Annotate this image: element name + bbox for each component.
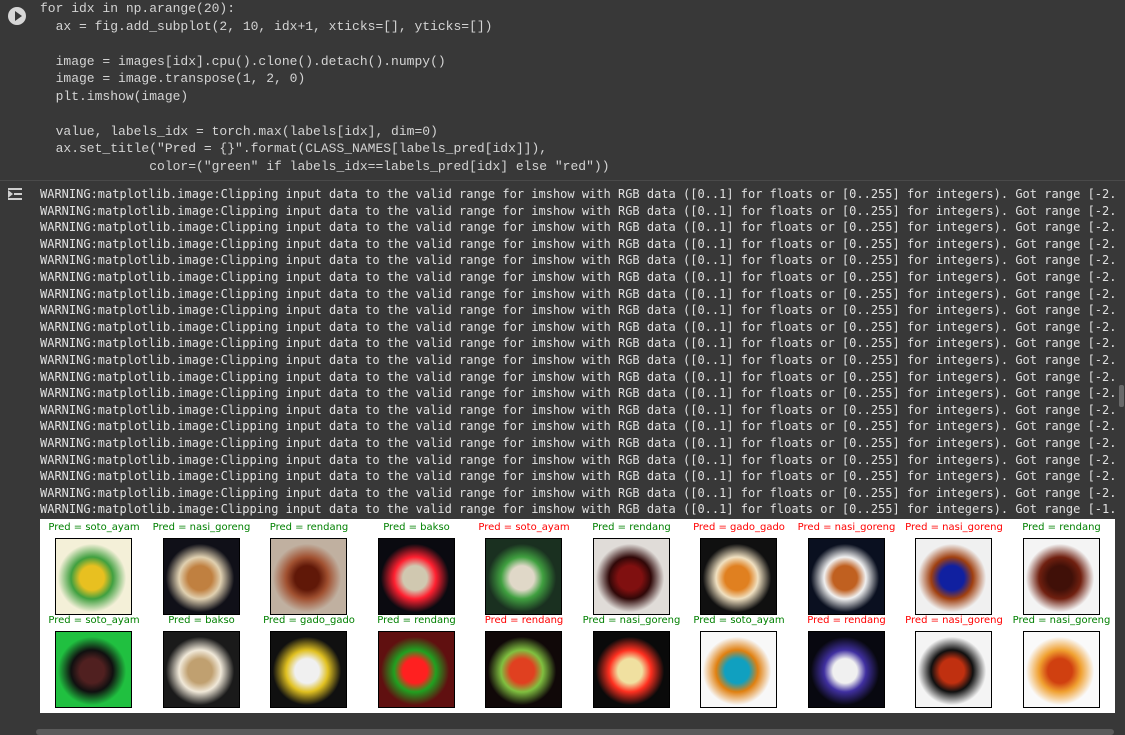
- food-image: [377, 631, 455, 708]
- warning-line: WARNING:matplotlib.image:Clipping input …: [40, 319, 1115, 334]
- warning-line: WARNING:matplotlib.image:Clipping input …: [40, 402, 1115, 417]
- prediction-figure: Pred = soto_ayam Pred = nasi_goreng Pred =…: [40, 519, 1115, 713]
- code-editor[interactable]: for idx in np.arange(20): ax = fig.add_s…: [40, 0, 610, 175]
- food-image: [485, 631, 562, 708]
- warning-line: WARNING:matplotlib.image:Clipping input …: [40, 203, 1115, 218]
- code-line: value, labels_idx = torch.max(labels[idx…: [40, 123, 438, 139]
- warning-line: WARNING:matplotlib.image:Clipping input …: [40, 369, 1115, 384]
- code-line: color=("green" if labels_idx==labels_pre…: [40, 158, 610, 174]
- food-image: [915, 631, 992, 708]
- food-image: [592, 631, 670, 708]
- food-image: [700, 538, 777, 615]
- food-image: [270, 538, 347, 615]
- food-image: [270, 631, 347, 708]
- warning-line: WARNING:matplotlib.image:Clipping input …: [40, 435, 1115, 450]
- food-image: [162, 631, 240, 708]
- food-image: [700, 631, 777, 708]
- warning-line: WARNING:matplotlib.image:Clipping input …: [40, 469, 1115, 484]
- run-cell-button[interactable]: [8, 7, 26, 25]
- warning-line: WARNING:matplotlib.image:Clipping input …: [40, 485, 1115, 500]
- warning-line: WARNING:matplotlib.image:Clipping input …: [40, 352, 1115, 367]
- warning-line: WARNING:matplotlib.image:Clipping input …: [40, 452, 1115, 467]
- warning-line: WARNING:matplotlib.image:Clipping input …: [40, 386, 1115, 401]
- code-line: ax.set_title("Pred = {}".format(CLASS_NA…: [40, 141, 548, 156]
- food-image: [162, 538, 240, 615]
- food-image: [1022, 631, 1100, 708]
- food-image: [915, 538, 992, 615]
- cell-divider: [0, 180, 1125, 181]
- food-image: [55, 538, 132, 615]
- warning-line: WARNING:matplotlib.image:Clipping input …: [40, 236, 1115, 251]
- prediction-title: Pred = nasi_goreng: [1012, 615, 1111, 626]
- code-line: image = images[idx].cpu().clone().detach…: [40, 53, 446, 69]
- horizontal-scrollbar[interactable]: [36, 729, 1114, 735]
- food-image: [807, 538, 885, 615]
- warning-line: WARNING:matplotlib.image:Clipping input …: [40, 269, 1115, 284]
- output-toggle-icon[interactable]: [8, 187, 26, 203]
- warning-line: WARNING:matplotlib.image:Clipping input …: [40, 419, 1115, 434]
- food-image: [592, 538, 670, 615]
- code-cell[interactable]: for idx in np.arange(20): ax = fig.add_s…: [0, 0, 1125, 180]
- food-image: [377, 538, 455, 615]
- warning-line: WARNING:matplotlib.image:Clipping input …: [40, 502, 1115, 517]
- warning-line: WARNING:matplotlib.image:Clipping input …: [40, 303, 1115, 318]
- food-image: [55, 631, 132, 708]
- warning-output: WARNING:matplotlib.image:Clipping input …: [40, 186, 1115, 518]
- warning-line: WARNING:matplotlib.image:Clipping input …: [40, 220, 1115, 235]
- food-image: [485, 538, 562, 615]
- code-line: image = image.transpose(1, 2, 0): [40, 71, 306, 86]
- vertical-scrollbar[interactable]: [1119, 385, 1124, 407]
- warning-line: WARNING:matplotlib.image:Clipping input …: [40, 286, 1115, 301]
- warning-line: WARNING:matplotlib.image:Clipping input …: [40, 336, 1115, 351]
- prediction-title: Pred = rendang: [1022, 522, 1101, 533]
- code-line: plt.imshow(image): [40, 88, 189, 104]
- warning-line: WARNING:matplotlib.image:Clipping input …: [40, 187, 1115, 201]
- code-line: for idx in np.arange(20):: [40, 1, 236, 16]
- food-image: [807, 631, 885, 708]
- food-image: [1022, 538, 1100, 615]
- code-line: ax = fig.add_subplot(2, 10, idx+1, xtick…: [40, 18, 493, 34]
- warning-line: WARNING:matplotlib.image:Clipping input …: [40, 253, 1115, 268]
